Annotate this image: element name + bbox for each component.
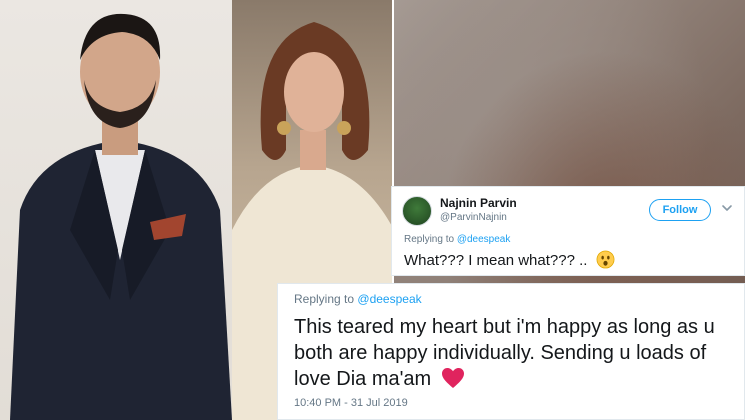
chevron-down-icon[interactable] bbox=[720, 201, 734, 215]
replying-mention-link[interactable]: @deespeak bbox=[457, 234, 511, 245]
replying-prefix: Replying to bbox=[404, 234, 455, 245]
reply-card: Replying to @deespeak This teared my hea… bbox=[277, 283, 745, 420]
reply-timestamp[interactable]: 10:40 PM - 31 Jul 2019 bbox=[294, 397, 408, 409]
replying-prefix: Replying to bbox=[294, 292, 355, 306]
man-in-suit-illustration bbox=[10, 13, 232, 420]
follow-button[interactable]: Follow bbox=[649, 199, 711, 221]
replying-mention-link[interactable]: @deespeak bbox=[357, 292, 421, 306]
reply-text-body: This teared my heart but i'm happy as lo… bbox=[294, 316, 715, 390]
photo-man-in-suit bbox=[0, 0, 232, 420]
tweet-display-name[interactable]: Najnin Parvin bbox=[440, 196, 517, 210]
tweet-card: Najnin Parvin @ParvinNajnin Follow Reply… bbox=[391, 186, 745, 276]
tweet-text-body: What??? I mean what??? .. bbox=[404, 252, 588, 269]
tweet-replying-to: Replying to @deespeak bbox=[404, 234, 510, 245]
tweet-handle[interactable]: @ParvinNajnin bbox=[440, 212, 507, 223]
heart-icon bbox=[441, 368, 464, 388]
reply-text: This teared my heart but i'm happy as lo… bbox=[294, 314, 734, 392]
tweet-text: What??? I mean what??? .. bbox=[404, 250, 615, 269]
avatar[interactable] bbox=[402, 196, 432, 226]
surprised-face-emoji-icon bbox=[596, 250, 615, 269]
reply-replying-to: Replying to @deespeak bbox=[294, 292, 422, 306]
